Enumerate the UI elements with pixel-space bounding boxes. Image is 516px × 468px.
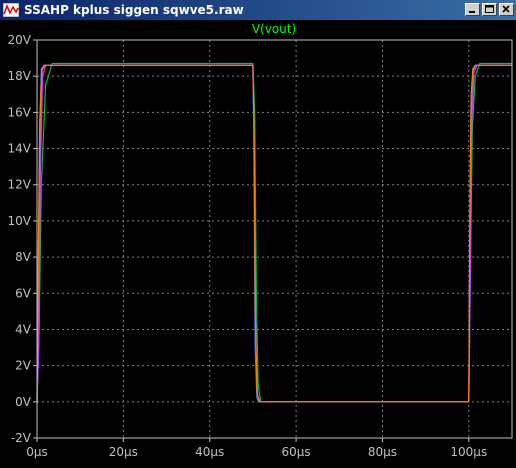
x-tick-label: 60µs [282, 445, 311, 459]
x-tick-label: 0µs [26, 445, 48, 459]
waveform-app-icon [3, 2, 19, 18]
close-button[interactable] [499, 3, 514, 16]
traces-layer [36, 62, 512, 403]
grid-layer [36, 39, 512, 439]
maximize-icon [485, 5, 494, 13]
trace-line-4 [36, 64, 512, 403]
y-tick-label: 8V [15, 250, 32, 264]
trace-title[interactable]: V(vout) [252, 22, 296, 36]
waveform-chart[interactable]: V(vout) -2V0V2V4V6V8V10V12V14V16V18V20V … [0, 20, 516, 464]
y-tick-label: 12V [8, 178, 32, 192]
y-tick-label: 10V [8, 214, 32, 228]
trace-line-2 [36, 64, 512, 403]
trace-line-1 [36, 62, 512, 403]
window-title: SSAHP kplus siggen sqwve5.raw [24, 3, 244, 17]
y-tick-label: 4V [15, 322, 32, 336]
maximize-button[interactable] [482, 3, 497, 16]
plot-area[interactable]: V(vout) -2V 0V 2V 4V 6V 8V 10V 12V 14V 16V 18V 20V … [0, 20, 516, 464]
title-bar[interactable]: SSAHP kplus siggen sqwve5.raw [0, 0, 516, 20]
x-tick-label: 20µs [109, 445, 138, 459]
y-tick-label: 16V [8, 105, 32, 119]
minimize-button[interactable] [465, 3, 480, 16]
y-tick-label: 6V [15, 286, 32, 300]
y-tick-label: 20V [8, 33, 32, 47]
y-axis: -2V 0V 2V 4V 6V 8V 10V 12V 14V 16V 18V 20V [8, 33, 37, 445]
x-tick-label: 40µs [195, 445, 224, 459]
minimize-icon [469, 11, 475, 13]
x-tick-label: 100µs [450, 445, 487, 459]
x-tick-label: 80µs [368, 445, 397, 459]
y-tick-label: -2V [11, 431, 32, 445]
trace-line-3 [36, 64, 512, 403]
y-tick-label: 2V [15, 359, 32, 373]
plot-frame [36, 39, 513, 439]
x-axis: 0µs 20µs 40µs 60µs 80µs 100µs [26, 438, 487, 459]
y-tick-label: 14V [8, 142, 32, 156]
plot-border [36, 39, 513, 439]
trace-line-5 [36, 64, 512, 403]
close-icon [502, 5, 510, 13]
y-tick-label: 0V [15, 395, 32, 409]
y-tick-label: 18V [8, 69, 32, 83]
